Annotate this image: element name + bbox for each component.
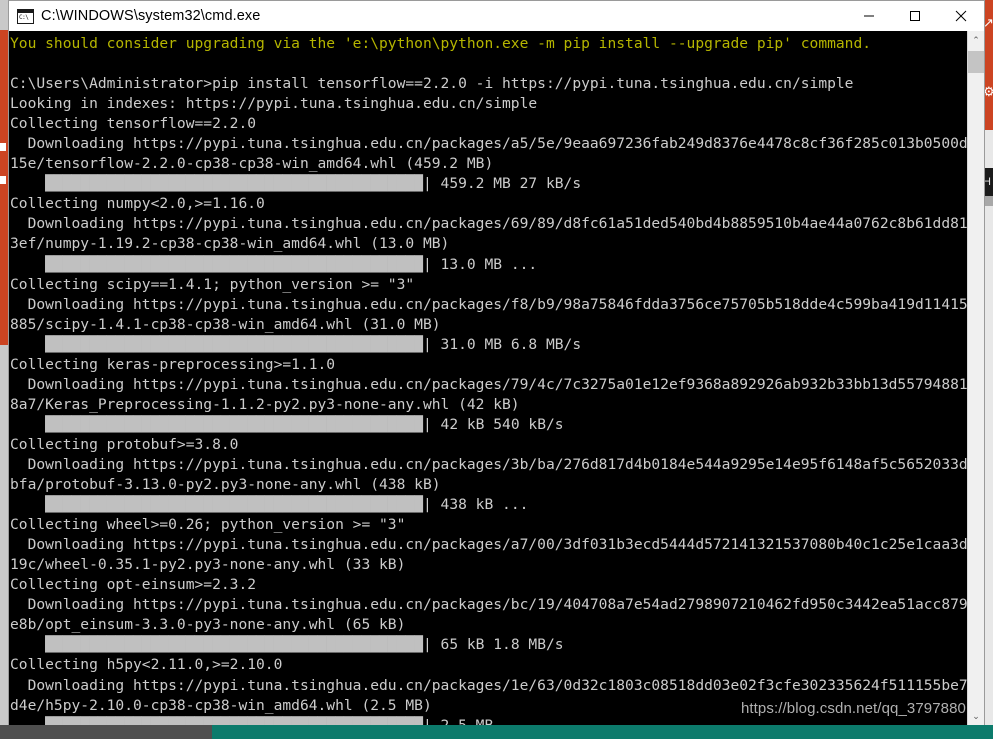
- screen: ↗ ⚙ H C:\WINDOWS\system32\cmd.exe: [0, 0, 993, 739]
- window-titlebar[interactable]: C:\WINDOWS\system32\cmd.exe: [9, 1, 984, 31]
- download-progress-label: | 42 kB 540 kB/s: [422, 415, 564, 433]
- download-progress-bar: ████████████████████████████████████████…: [45, 717, 423, 725]
- console-line: Collecting wheel>=0.26; python_version >…: [10, 516, 406, 534]
- console-line: bfa/protobuf-3.13.0-py2.py3-none-any.whl…: [10, 476, 441, 494]
- console-output-area[interactable]: You should consider upgrading via the 'e…: [9, 31, 984, 725]
- console-line: Collecting protobuf>=3.8.0: [10, 435, 239, 453]
- console-progress-line: ████████████████████████████████████████…: [10, 635, 984, 655]
- console-progress-line: ████████████████████████████████████████…: [10, 174, 984, 194]
- minimize-button[interactable]: [846, 1, 892, 31]
- console-line: Downloading https://pypi.tuna.tsinghua.e…: [10, 215, 984, 233]
- console-line: Downloading https://pypi.tuna.tsinghua.e…: [10, 295, 984, 313]
- console-line: Downloading https://pypi.tuna.tsinghua.e…: [10, 676, 984, 694]
- console-progress-line: ████████████████████████████████████████…: [10, 255, 984, 275]
- scroll-down-arrow-icon[interactable]: ⌄: [968, 707, 984, 725]
- watermark-text: https://blog.csdn.net/qq_3797880: [740, 700, 966, 717]
- console-line: 8a7/Keras_Preprocessing-1.1.2-py2.py3-no…: [10, 395, 520, 413]
- console-progress-line: ████████████████████████████████████████…: [10, 495, 984, 515]
- console-line: Downloading https://pypi.tuna.tsinghua.e…: [10, 135, 984, 153]
- download-progress-label: | 438 kB ...: [422, 496, 529, 514]
- download-progress-bar: ████████████████████████████████████████…: [45, 255, 423, 273]
- console-line: You should consider upgrading via the 'e…: [10, 35, 872, 52]
- console-line: Downloading https://pypi.tuna.tsinghua.e…: [10, 455, 984, 473]
- window-controls: [846, 1, 984, 31]
- console-line: Collecting opt-einsum>=2.3.2: [10, 576, 257, 594]
- download-progress-bar: ████████████████████████████████████████…: [45, 175, 423, 193]
- maximize-button[interactable]: [892, 1, 938, 31]
- console-line: Downloading https://pypi.tuna.tsinghua.e…: [10, 375, 984, 393]
- console-line: Downloading https://pypi.tuna.tsinghua.e…: [10, 596, 984, 614]
- taskbar[interactable]: [0, 725, 993, 739]
- console-line: 19c/wheel-0.35.1-py2.py3-none-any.whl (3…: [10, 556, 406, 574]
- console-line: Collecting scipy==1.4.1; python_version …: [10, 275, 415, 293]
- console-line: C:\Users\Administrator>pip install tenso…: [10, 75, 854, 93]
- console-line: e8b/opt_einsum-3.3.0-py3-none-any.whl (6…: [10, 616, 406, 634]
- console-line: 15e/tensorflow-2.2.0-cp38-cp38-win_amd64…: [10, 155, 494, 173]
- console-line: Collecting keras-preprocessing>=1.1.0: [10, 355, 336, 373]
- download-progress-label: | 31.0 MB 6.8 MB/s: [422, 335, 582, 353]
- background-left-tick-one: [0, 143, 6, 151]
- cmd-console-icon: [17, 8, 34, 24]
- download-progress-label: | 65 kB 1.8 MB/s: [422, 636, 564, 654]
- console-scrollbar[interactable]: ⌃ ⌄: [967, 31, 984, 725]
- scroll-up-arrow-icon[interactable]: ⌃: [968, 31, 984, 49]
- console-text: You should consider upgrading via the 'e…: [10, 34, 984, 725]
- close-button[interactable]: [938, 1, 984, 31]
- download-progress-label: | 459.2 MB 27 kB/s: [422, 175, 582, 193]
- download-progress-bar: ████████████████████████████████████████…: [45, 415, 423, 433]
- background-app-left-edge[interactable]: [0, 30, 8, 345]
- console-line: Collecting h5py<2.11.0,>=2.10.0: [10, 656, 283, 674]
- console-line: 885/scipy-1.4.1-cp38-cp38-win_amd64.whl …: [10, 315, 441, 333]
- console-progress-line: ████████████████████████████████████████…: [10, 716, 984, 725]
- scrollbar-thumb[interactable]: [968, 51, 984, 73]
- console-line: Looking in indexes: https://pypi.tuna.ts…: [10, 95, 538, 113]
- cmd-window: C:\WINDOWS\system32\cmd.exe: [8, 0, 985, 725]
- console-progress-line: ████████████████████████████████████████…: [10, 415, 984, 435]
- console-line: Collecting tensorflow==2.2.0: [10, 115, 257, 133]
- download-progress-bar: ████████████████████████████████████████…: [45, 335, 423, 353]
- taskbar-left-segment[interactable]: [0, 725, 212, 739]
- background-left-tick-two: [0, 176, 6, 184]
- console-line: 3ef/numpy-1.19.2-cp38-cp38-win_amd64.whl…: [10, 235, 450, 253]
- download-progress-bar: ████████████████████████████████████████…: [45, 496, 423, 514]
- console-progress-line: ████████████████████████████████████████…: [10, 335, 984, 355]
- console-line: Downloading https://pypi.tuna.tsinghua.e…: [10, 536, 984, 554]
- window-title: C:\WINDOWS\system32\cmd.exe: [41, 8, 261, 24]
- download-progress-label: | 13.0 MB ...: [422, 255, 538, 273]
- download-progress-bar: ████████████████████████████████████████…: [45, 636, 423, 654]
- download-progress-label: | 2.5 MB ...: [423, 717, 528, 725]
- console-line: Collecting numpy<2.0,>=1.16.0: [10, 195, 265, 213]
